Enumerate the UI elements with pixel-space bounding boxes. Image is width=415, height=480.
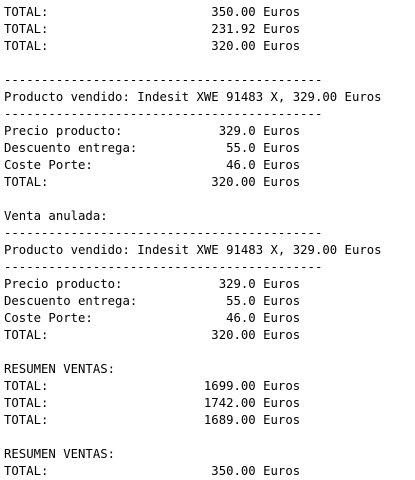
console-line: TOTAL: 320.00 Euros: [4, 328, 301, 342]
console-line: Coste Porte: 46.0 Euros: [4, 158, 301, 172]
console-line: Venta anulada:: [4, 209, 108, 223]
console-line: ----------------------------------------…: [4, 260, 323, 274]
console-line: Descuento entrega: 55.0 Euros: [4, 141, 301, 155]
console-line: Precio producto: 329.0 Euros: [4, 124, 301, 138]
console-line: RESUMEN VENTAS:: [4, 447, 116, 461]
console-line: Producto vendido: Indesit XWE 91483 X, 3…: [4, 243, 382, 257]
console-line: Descuento entrega: 55.0 Euros: [4, 294, 301, 308]
console-line: Coste Porte: 46.0 Euros: [4, 311, 301, 325]
console-line: TOTAL: 320.00 Euros: [4, 175, 301, 189]
console-line: RESUMEN VENTAS:: [4, 362, 116, 376]
console-line: TOTAL: 350.00 Euros: [4, 5, 301, 19]
console-line: TOTAL: 1742.00 Euros: [4, 396, 301, 410]
console-output: TOTAL: 350.00 Euros TOTAL: 231.92 Euros TO…: [4, 4, 382, 480]
console-line: Precio producto: 329.0 Euros: [4, 277, 301, 291]
console-line: Producto vendido: Indesit XWE 91483 X, 3…: [4, 90, 382, 104]
console-line: ----------------------------------------…: [4, 226, 323, 240]
console-line: ----------------------------------------…: [4, 73, 323, 87]
console-line: TOTAL: 1699.00 Euros: [4, 379, 301, 393]
console-line: TOTAL: 1689.00 Euros: [4, 413, 301, 427]
console-line: ----------------------------------------…: [4, 107, 323, 121]
console-line: TOTAL: 231.92 Euros: [4, 22, 301, 36]
console-line: TOTAL: 320.00 Euros: [4, 39, 301, 53]
console-line: TOTAL: 350.00 Euros: [4, 464, 301, 478]
